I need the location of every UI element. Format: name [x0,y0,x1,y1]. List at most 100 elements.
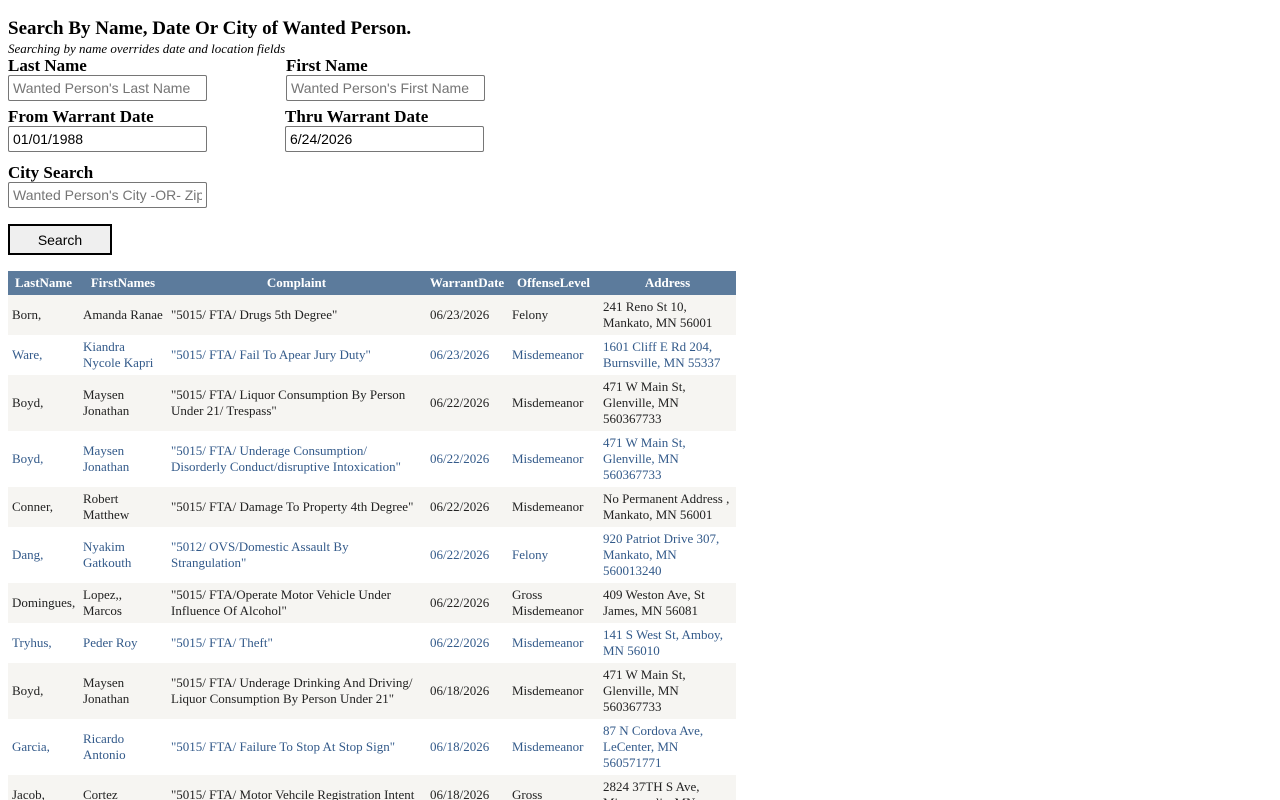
results-body: Born, Amanda Ranae "5015/ FTA/ Drugs 5th D… [8,295,736,800]
cell-firstnames: Lopez,, Marcos [79,583,167,623]
cell-warrantdate: 06/22/2026 [426,375,508,431]
page-subtitle: Searching by name overrides date and loc… [8,41,286,56]
column-header-warrantdate[interactable]: WarrantDate [426,271,508,295]
cell-lastname: Tryhus, [8,623,79,663]
cell-address: 241 Reno St 10, Mankato, MN 56001 [599,295,736,335]
cell-offenselevel: Misdemeanor [508,719,599,775]
cell-offenselevel: Misdemeanor [508,431,599,487]
cell-offenselevel: Felony [508,527,599,583]
cell-offenselevel: Misdemeanor [508,623,599,663]
cell-warrantdate: 06/23/2026 [426,295,508,335]
table-row: Boyd, Maysen Jonathan "5015/ FTA/ Underage… [8,663,736,719]
cell-complaint: "5015/ FTA/ Failure To Stop At Stop Sign… [167,719,426,775]
cell-offenselevel: Felony [508,295,599,335]
column-header-lastname[interactable]: LastName [8,271,79,295]
cell-complaint: "5015/ FTA/ Underage Consumption/ Disord… [167,431,426,487]
cell-address: No Permanent Address , Mankato, MN 56001 [599,487,736,527]
cell-address: 409 Weston Ave, St James, MN 56081 [599,583,736,623]
cell-address: 1601 Cliff E Rd 204, Burnsville, MN 5533… [599,335,736,375]
column-header-complaint[interactable]: Complaint [167,271,426,295]
from-warrant-date-label: From Warrant Date [8,107,154,126]
cell-lastname: Boyd, [8,431,79,487]
cell-address: 471 W Main St, Glenville, MN 560367733 [599,663,736,719]
cell-address: 920 Patriot Drive 307, Mankato, MN 56001… [599,527,736,583]
column-header-address[interactable]: Address [599,271,736,295]
table-row: Dang, Nyakim Gatkouth "5012/ OVS/Domestic … [8,527,736,583]
table-row: Boyd, Maysen Jonathan "5015/ FTA/ Underage… [8,431,736,487]
table-row: Tryhus, Peder Roy "5015/ FTA/ Theft" 06/22/… [8,623,736,663]
cell-complaint: "5015/ FTA/ Liquor Consumption By Person… [167,375,426,431]
column-header-offenselevel[interactable]: OffenseLevel [508,271,599,295]
cell-lastname: Jacob, [8,775,79,800]
cell-offenselevel: Gross [508,775,599,800]
cell-firstnames: Cortez [79,775,167,800]
city-search-label: City Search [8,163,94,182]
cell-warrantdate: 06/22/2026 [426,583,508,623]
first-name-label: First Name [286,56,368,75]
cell-address: 471 W Main St, Glenville, MN 560367733 [599,375,736,431]
cell-warrantdate: 06/18/2026 [426,663,508,719]
cell-complaint: "5015/ FTA/Operate Motor Vehicle Under I… [167,583,426,623]
cell-complaint: "5015/ FTA/ Damage To Property 4th Degre… [167,487,426,527]
table-row: Domingues, Lopez,, Marcos "5015/ FTA/Opera… [8,583,736,623]
cell-complaint: "5015/ FTA/ Motor Vehcile Registration I… [167,775,426,800]
table-row: Jacob, Cortez "5015/ FTA/ Motor Vehcile Re… [8,775,736,800]
cell-offenselevel: Misdemeanor [508,335,599,375]
cell-complaint: "5015/ FTA/ Theft" [167,623,426,663]
cell-warrantdate: 06/22/2026 [426,623,508,663]
table-header-row: LastName FirstNames Complaint WarrantDat… [8,271,736,295]
table-row: Boyd, Maysen Jonathan "5015/ FTA/ Liquor C… [8,375,736,431]
table-row: Conner, Robert Matthew "5015/ FTA/ Damage … [8,487,736,527]
cell-lastname: Boyd, [8,375,79,431]
cell-offenselevel: Misdemeanor [508,487,599,527]
cell-firstnames: Maysen Jonathan [79,375,167,431]
cell-lastname: Garcia, [8,719,79,775]
cell-firstnames: Robert Matthew [79,487,167,527]
cell-address: 141 S West St, Amboy, MN 56010 [599,623,736,663]
cell-warrantdate: 06/22/2026 [426,527,508,583]
from-warrant-date-input[interactable] [8,126,207,152]
city-search-input[interactable] [8,182,207,208]
cell-address: 87 N Cordova Ave, LeCenter, MN 560571771 [599,719,736,775]
cell-complaint: "5015/ FTA/ Fail To Apear Jury Duty" [167,335,426,375]
cell-lastname: Ware, [8,335,79,375]
cell-firstnames: Peder Roy [79,623,167,663]
cell-lastname: Boyd, [8,663,79,719]
results-table: LastName FirstNames Complaint WarrantDat… [8,271,736,800]
cell-lastname: Dang, [8,527,79,583]
cell-address: 471 W Main St, Glenville, MN 560367733 [599,431,736,487]
cell-firstnames: Amanda Ranae [79,295,167,335]
cell-warrantdate: 06/23/2026 [426,335,508,375]
cell-complaint: "5015/ FTA/ Underage Drinking And Drivin… [167,663,426,719]
last-name-label: Last Name [8,56,87,75]
column-header-firstnames[interactable]: FirstNames [79,271,167,295]
cell-firstnames: Kiandra Nycole Kapri [79,335,167,375]
last-name-input[interactable] [8,75,207,101]
page-title: Search By Name, Date Or City of Wanted P… [8,18,412,39]
cell-firstnames: Maysen Jonathan [79,663,167,719]
cell-offenselevel: Misdemeanor [508,663,599,719]
cell-address: 2824 37TH S Ave, Minneapolis, MN [599,775,736,800]
cell-firstnames: Ricardo Antonio [79,719,167,775]
cell-warrantdate: 06/18/2026 [426,719,508,775]
page: Search By Name, Date Or City of Wanted P… [0,0,1280,800]
cell-offenselevel: Gross Misdemeanor [508,583,599,623]
table-row: Born, Amanda Ranae "5015/ FTA/ Drugs 5th D… [8,295,736,335]
cell-offenselevel: Misdemeanor [508,375,599,431]
thru-warrant-date-label: Thru Warrant Date [285,107,429,126]
search-button[interactable]: Search [8,224,112,255]
cell-lastname: Conner, [8,487,79,527]
first-name-input[interactable] [286,75,485,101]
cell-warrantdate: 06/18/2026 [426,775,508,800]
cell-lastname: Domingues, [8,583,79,623]
cell-firstnames: Maysen Jonathan [79,431,167,487]
cell-firstnames: Nyakim Gatkouth [79,527,167,583]
thru-warrant-date-input[interactable] [285,126,484,152]
cell-warrantdate: 06/22/2026 [426,487,508,527]
cell-warrantdate: 06/22/2026 [426,431,508,487]
cell-complaint: "5012/ OVS/Domestic Assault By Strangula… [167,527,426,583]
cell-lastname: Born, [8,295,79,335]
cell-complaint: "5015/ FTA/ Drugs 5th Degree" [167,295,426,335]
table-row: Garcia, Ricardo Antonio "5015/ FTA/ Failur… [8,719,736,775]
table-row: Ware, Kiandra Nycole Kapri "5015/ FTA/ Fai… [8,335,736,375]
